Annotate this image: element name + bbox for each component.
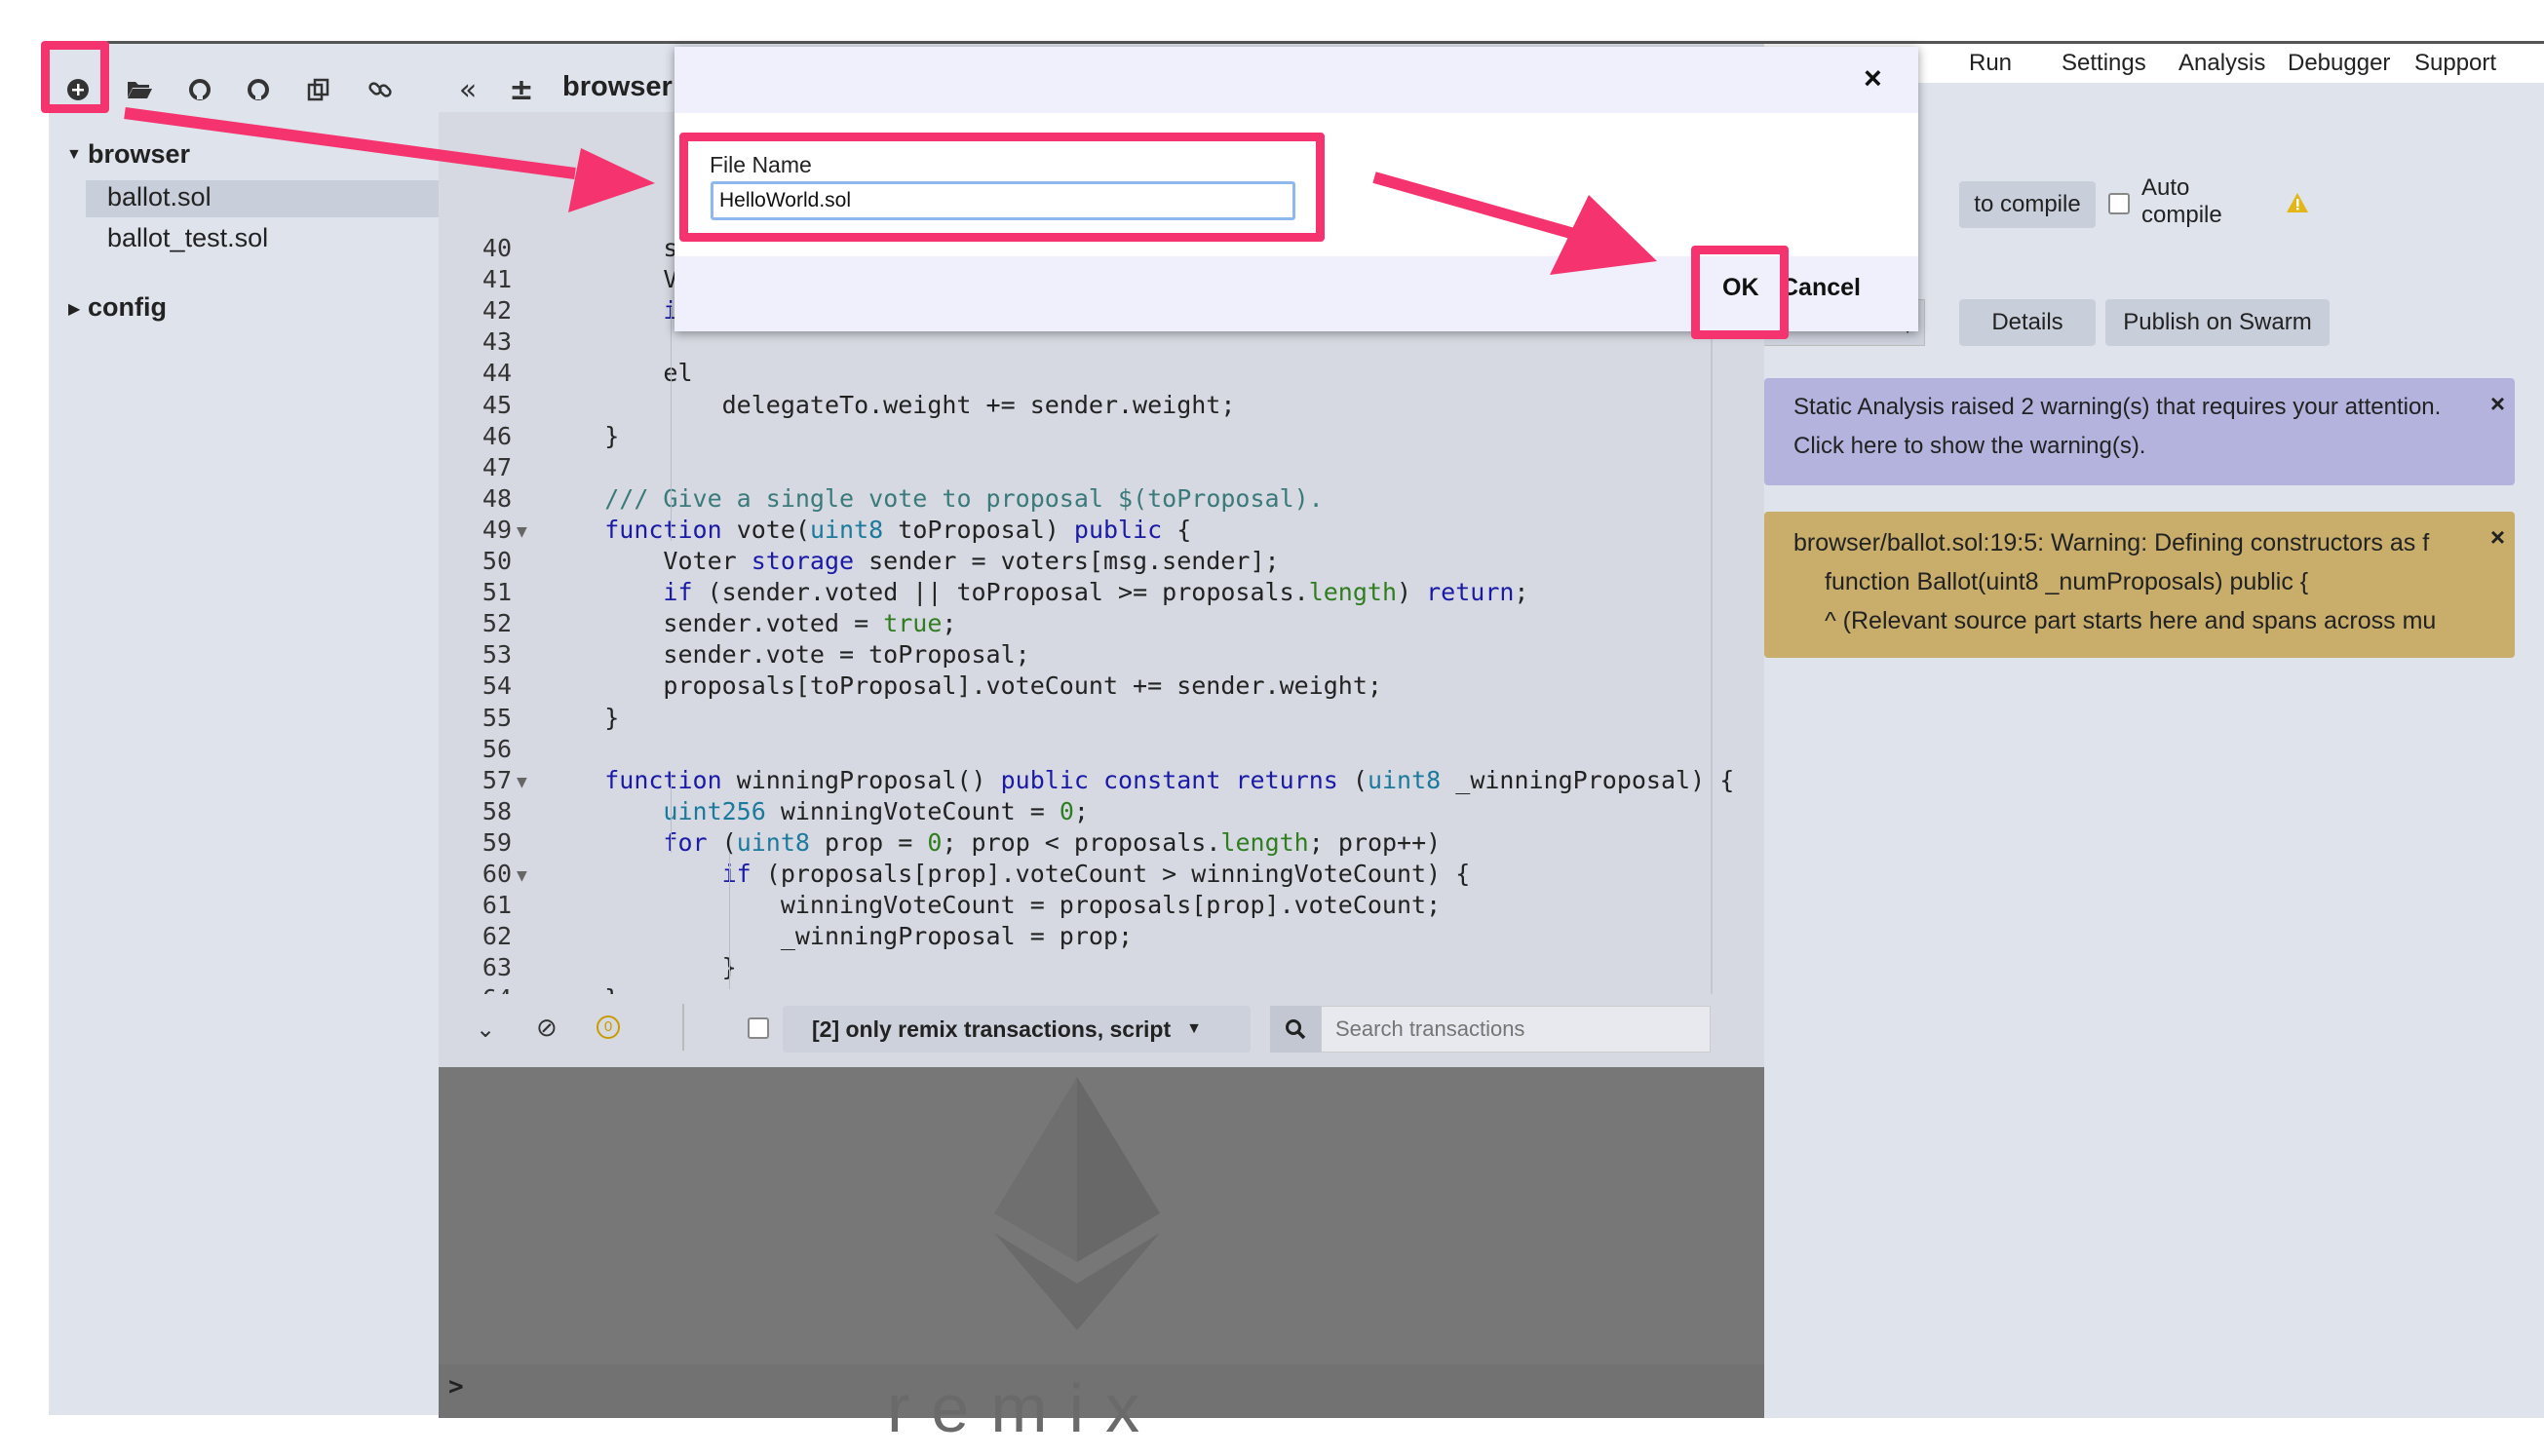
- screenshot-stage: « ± browser ▼ browser ballot.sol ballot_…: [0, 0, 2544, 1456]
- arrow-line: [1372, 172, 1576, 240]
- arrow-line: [124, 107, 576, 179]
- arrow-head: [568, 148, 655, 212]
- annotation-arrows: [124, 107, 1657, 275]
